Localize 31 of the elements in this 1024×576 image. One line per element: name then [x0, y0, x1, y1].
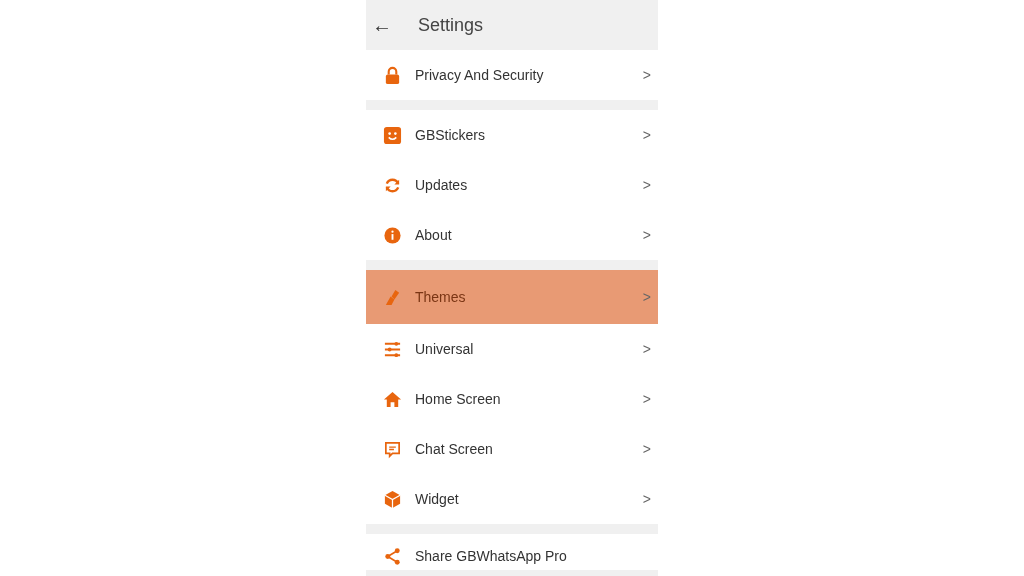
chevron-icon: > [642, 438, 651, 460]
share-icon [383, 546, 402, 566]
paint-brush-icon [383, 287, 402, 307]
home-icon [383, 389, 402, 409]
page-title: Settings [418, 13, 484, 37]
chevron-icon: > [642, 64, 651, 86]
item-label: Widget [415, 489, 460, 509]
back-button[interactable]: ← [370, 10, 394, 40]
item-label: Share GBWhatsApp Pro [415, 546, 568, 566]
item-label: About [415, 225, 453, 245]
cube-icon [383, 489, 402, 509]
settings-item[interactable]: Themes > [366, 270, 658, 324]
item-label: GBStickers [415, 125, 486, 145]
chat-icon [383, 439, 402, 459]
chevron-icon: > [642, 286, 651, 308]
item-label: Chat Screen [415, 439, 494, 459]
chevron-icon: > [642, 338, 651, 360]
lock-icon [383, 65, 402, 85]
sliders-icon [383, 339, 402, 359]
chevron-icon: > [642, 388, 651, 410]
chevron-icon: > [642, 174, 651, 196]
item-label: Universal [415, 339, 475, 359]
chevron-icon: > [642, 124, 651, 146]
chevron-icon: > [642, 224, 651, 246]
chevron-icon: > [642, 488, 651, 510]
smiley-icon [383, 125, 402, 145]
item-label: Themes [415, 287, 467, 307]
item-label: Home Screen [415, 389, 502, 409]
item-label: Privacy And Security [415, 65, 545, 85]
info-icon [383, 225, 402, 245]
item-label: Updates [415, 175, 469, 195]
